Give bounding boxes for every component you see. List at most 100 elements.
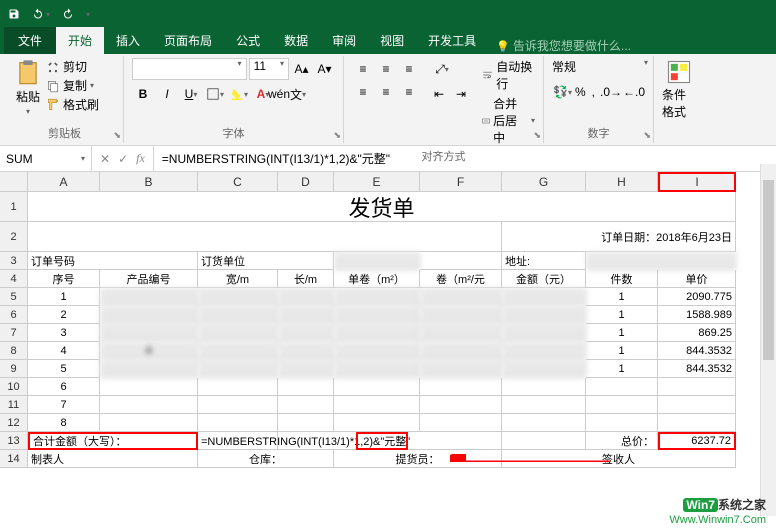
paste-button[interactable]: 粘贴 ▾ xyxy=(14,58,42,123)
cell-total-formula[interactable]: =NUMBERSTRING(INT(I13/1)*1,2)&"元整" xyxy=(198,432,502,450)
cell-seq[interactable]: 3 xyxy=(28,324,100,342)
cell-header-1[interactable]: 产品编号 xyxy=(100,270,198,288)
cell-header-8[interactable]: 单价 xyxy=(658,270,736,288)
cell-addr-label[interactable]: 地址: xyxy=(502,252,586,270)
redo-icon[interactable] xyxy=(62,8,74,20)
cell-seq[interactable]: 6 xyxy=(28,378,100,396)
cell-qty[interactable] xyxy=(586,414,658,432)
cell-prod[interactable] xyxy=(100,378,198,396)
cell[interactable] xyxy=(420,342,502,360)
cancel-formula-icon[interactable]: ✕ xyxy=(100,152,110,166)
cell-qty[interactable]: 1 xyxy=(586,288,658,306)
cell-seq[interactable]: 1 xyxy=(28,288,100,306)
row-header-11[interactable]: 11 xyxy=(0,396,28,414)
cell[interactable] xyxy=(420,252,502,270)
cell[interactable] xyxy=(278,306,334,324)
row-header-9[interactable]: 9 xyxy=(0,360,28,378)
fill-color-button[interactable]: ▾ xyxy=(228,83,250,105)
cell[interactable] xyxy=(334,396,420,414)
cell-seq[interactable]: 7 xyxy=(28,396,100,414)
conditional-format-button[interactable]: 条件格式 xyxy=(662,58,696,120)
cell-prod[interactable]: 4 xyxy=(100,342,198,360)
cell[interactable] xyxy=(502,360,586,378)
col-header-D[interactable]: D xyxy=(278,172,334,192)
cell-prod[interactable] xyxy=(100,288,198,306)
cell[interactable] xyxy=(334,288,420,306)
cell[interactable] xyxy=(198,414,278,432)
bold-button[interactable]: B xyxy=(132,83,154,105)
cell-blur[interactable] xyxy=(334,252,420,270)
align-expand-icon[interactable]: ⬊ xyxy=(533,130,541,141)
decrease-decimal-icon[interactable]: ←.0 xyxy=(623,81,645,103)
cell-prod[interactable] xyxy=(100,396,198,414)
cell[interactable] xyxy=(334,306,420,324)
font-expand-icon[interactable]: ⬊ xyxy=(333,130,341,141)
col-header-F[interactable]: F xyxy=(420,172,502,192)
cell-seq[interactable]: 5 xyxy=(28,360,100,378)
cell-price[interactable] xyxy=(658,414,736,432)
decrease-indent-icon[interactable]: ⇤ xyxy=(428,83,450,105)
cell[interactable] xyxy=(420,360,502,378)
cell[interactable] xyxy=(198,396,278,414)
border-button[interactable]: ▾ xyxy=(204,83,226,105)
cell[interactable] xyxy=(420,414,502,432)
select-all-corner[interactable] xyxy=(0,172,28,192)
save-icon[interactable] xyxy=(8,8,20,20)
align-left-icon[interactable]: ≡ xyxy=(352,81,374,103)
cell[interactable] xyxy=(420,306,502,324)
tab-insert[interactable]: 插入 xyxy=(104,27,152,54)
comma-button[interactable]: , xyxy=(588,81,599,103)
cell[interactable] xyxy=(334,414,420,432)
tell-me-search[interactable]: 💡 告诉我您想要做什么... xyxy=(496,37,631,54)
cell-seq[interactable]: 8 xyxy=(28,414,100,432)
cell-price[interactable]: 2090.775 xyxy=(658,288,736,306)
cell-header-7[interactable]: 件数 xyxy=(586,270,658,288)
cell-header-5[interactable]: 卷（m²/元 xyxy=(420,270,502,288)
cell[interactable] xyxy=(334,324,420,342)
cell-price[interactable]: 844.3532 xyxy=(658,360,736,378)
increase-font-icon[interactable]: A▴ xyxy=(291,58,312,80)
cell[interactable] xyxy=(502,432,586,450)
cell[interactable] xyxy=(198,324,278,342)
currency-button[interactable]: 💱▾ xyxy=(552,81,573,103)
cell[interactable] xyxy=(502,288,586,306)
number-expand-icon[interactable]: ⬊ xyxy=(643,130,651,141)
clipboard-expand-icon[interactable]: ⬊ xyxy=(113,130,121,141)
underline-button[interactable]: U▾ xyxy=(180,83,202,105)
cell-seq[interactable]: 2 xyxy=(28,306,100,324)
merge-center-button[interactable]: 合并后居中▾ xyxy=(482,95,535,146)
spreadsheet-grid[interactable]: ABCDEFGHI 1234567891011121314 发货单订单日期：20… xyxy=(0,172,776,516)
align-right-icon[interactable]: ≡ xyxy=(398,81,420,103)
qat-customize-icon[interactable]: ▾ xyxy=(86,10,90,19)
align-middle-icon[interactable]: ≡ xyxy=(375,58,397,80)
cell-qty[interactable]: 1 xyxy=(586,360,658,378)
align-top-icon[interactable]: ≡ xyxy=(352,58,374,80)
row-header-8[interactable]: 8 xyxy=(0,342,28,360)
undo-icon[interactable]: ▾ xyxy=(32,8,50,20)
align-center-icon[interactable]: ≡ xyxy=(375,81,397,103)
cell-maker[interactable]: 制表人 xyxy=(28,450,198,468)
col-header-H[interactable]: H xyxy=(586,172,658,192)
cell[interactable] xyxy=(198,360,278,378)
cell-order-date[interactable]: 订单日期：2018年6月23日 xyxy=(420,222,736,252)
cell-order-no-label[interactable]: 订单号码 xyxy=(28,252,198,270)
col-header-I[interactable]: I xyxy=(658,172,736,192)
cell[interactable] xyxy=(502,378,586,396)
cut-button[interactable]: 剪切 xyxy=(46,58,99,75)
cell-qty[interactable]: 1 xyxy=(586,324,658,342)
col-header-G[interactable]: G xyxy=(502,172,586,192)
increase-indent-icon[interactable]: ⇥ xyxy=(450,83,472,105)
tab-layout[interactable]: 页面布局 xyxy=(152,27,224,54)
cell-prod[interactable] xyxy=(100,414,198,432)
col-header-B[interactable]: B xyxy=(100,172,198,192)
cell[interactable] xyxy=(278,396,334,414)
vertical-scrollbar[interactable] xyxy=(760,164,776,516)
cell[interactable] xyxy=(278,288,334,306)
cell[interactable] xyxy=(420,396,502,414)
tab-formula[interactable]: 公式 xyxy=(224,27,272,54)
cell-warehouse[interactable]: 仓库： xyxy=(198,450,334,468)
cell-header-0[interactable]: 序号 xyxy=(28,270,100,288)
font-size-select[interactable]: 11 ▾ xyxy=(249,58,289,80)
cell-qty[interactable] xyxy=(586,378,658,396)
cell-prod[interactable] xyxy=(100,306,198,324)
